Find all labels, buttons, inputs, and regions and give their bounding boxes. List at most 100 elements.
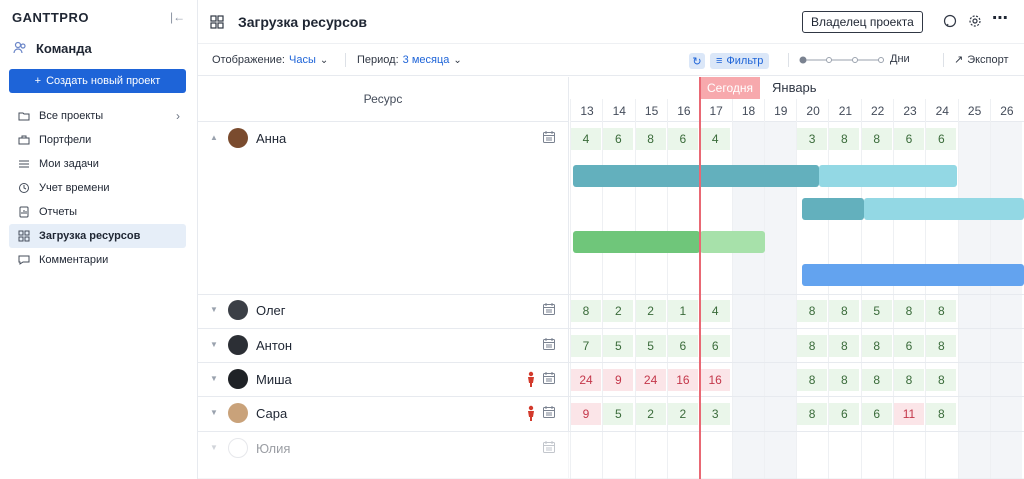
workload-cell[interactable]: 6 [861,403,892,425]
workload-cell[interactable]: 6 [700,335,731,357]
more-icon[interactable]: ⋯ [992,10,1008,27]
workload-cell[interactable]: 3 [700,403,731,425]
workload-cell[interactable]: 2 [667,403,698,425]
refresh-icon: ↻ [692,55,702,68]
day-number: 23 [903,104,917,118]
workload-cell[interactable]: 6 [667,128,698,150]
refresh-button[interactable]: ↻ [689,53,705,69]
workload-cell[interactable]: 8 [829,335,860,357]
sidebar-item-time-tracking[interactable]: Учет времени [9,176,186,200]
workload-cell[interactable]: 8 [926,403,957,425]
sidebar-nav: Все проекты › Портфели Мои задачи Учет в… [9,104,186,272]
resource-row[interactable]: ▼ Антон 7 5 5 6 6 8 8 8 6 8 [198,329,1024,363]
workload-cell[interactable]: 24 [571,369,601,391]
workload-cell[interactable]: 8 [829,369,860,391]
workload-cell[interactable]: 6 [926,128,957,150]
workload-cell[interactable]: 2 [603,300,634,322]
workload-cell[interactable]: 8 [861,335,892,357]
task-bar[interactable] [573,231,700,253]
sidebar-item-reports[interactable]: Отчеты [9,200,186,224]
workload-cell[interactable]: 8 [926,369,957,391]
task-bar[interactable] [573,165,819,187]
workload-cell[interactable]: 6 [829,403,860,425]
workload-cell[interactable]: 3 [797,128,828,150]
workload-cell[interactable]: 6 [894,335,924,357]
workload-cell[interactable]: 8 [926,300,957,322]
create-project-button[interactable]: + Создать новый проект [9,69,186,93]
day-number: 18 [741,104,756,118]
workload-cell[interactable]: 2 [635,403,666,425]
workload-cell[interactable]: 16 [667,369,698,391]
workload-cell[interactable]: 8 [926,335,957,357]
workload-cell[interactable]: 4 [571,128,601,150]
filter-button[interactable]: ≡ Фильтр [710,53,770,69]
task-bar[interactable] [802,264,1024,286]
workload-cell[interactable]: 8 [829,300,860,322]
calendar-icon[interactable] [542,302,556,316]
workload-cell[interactable]: 5 [861,300,892,322]
workload-cell[interactable]: 6 [667,335,698,357]
workload-cell[interactable]: 1 [667,300,698,322]
workload-cell[interactable]: 8 [797,300,828,322]
export-button[interactable]: ↗ Экспорт [954,53,1009,67]
calendar-icon[interactable] [542,130,556,144]
zoom-slider[interactable] [799,55,885,65]
workload-cell[interactable]: 7 [571,335,601,357]
sidebar-item-portfolios[interactable]: Портфели [9,128,186,152]
workload-cell[interactable]: 6 [603,128,634,150]
team-selector[interactable]: Команда [12,40,92,56]
expand-caret-icon[interactable]: ▼ [210,340,218,349]
resource-row[interactable]: ▼ Миша 24 9 24 16 16 8 8 8 8 8 [198,363,1024,397]
sidebar-item-comments[interactable]: Комментарии [9,248,186,272]
workload-cell[interactable]: 8 [861,128,892,150]
sidebar-item-all-projects[interactable]: Все проекты › [9,104,186,128]
workload-cell[interactable]: 9 [571,403,601,425]
task-bar[interactable] [819,165,957,187]
expand-caret-icon[interactable]: ▼ [210,305,218,314]
resource-row[interactable]: ▼ Олег 8 2 2 1 4 8 8 5 8 8 [198,294,1024,329]
task-bar[interactable] [864,198,1024,220]
expand-caret-icon[interactable]: ▼ [210,374,218,383]
workload-cell[interactable]: 8 [894,369,924,391]
workload-cell[interactable]: 6 [894,128,924,150]
settings-icon[interactable] [967,13,983,29]
workload-cell[interactable]: 8 [894,300,924,322]
workload-cell[interactable]: 8 [829,128,860,150]
calendar-icon[interactable] [542,337,556,351]
calendar-icon[interactable] [542,440,556,454]
workload-cell[interactable]: 5 [603,335,634,357]
workload-cell[interactable]: 5 [635,335,666,357]
workload-cell[interactable]: 2 [635,300,666,322]
task-bar[interactable] [700,231,765,253]
workload-cell[interactable]: 8 [571,300,601,322]
workload-cell[interactable]: 9 [603,369,634,391]
workload-cell[interactable]: 8 [797,403,828,425]
period-selector[interactable]: Период: 3 месяца ⌄ [357,44,462,76]
sidebar-item-my-tasks[interactable]: Мои задачи [9,152,186,176]
calendar-icon[interactable] [542,371,556,385]
workload-cell[interactable]: 5 [603,403,634,425]
project-owner-button[interactable]: Владелец проекта [802,11,923,33]
workload-cell[interactable]: 11 [894,403,924,425]
task-bar[interactable] [802,198,864,220]
workload-cell[interactable]: 8 [797,369,828,391]
expand-caret-icon[interactable]: ▼ [210,443,218,452]
display-selector[interactable]: Отображение: Часы ⌄ [212,44,328,76]
resource-row[interactable]: ▼ Сара 9 5 2 2 3 8 6 6 11 8 [198,397,1024,432]
resource-row[interactable]: ▼ Юлия [198,432,1024,479]
workload-cell[interactable]: 4 [700,128,731,150]
chat-icon[interactable] [942,13,958,29]
collapse-caret-icon[interactable]: ▲ [210,133,218,142]
workload-cell[interactable]: 8 [635,128,666,150]
resource-info: ▲ Анна [198,122,569,294]
workload-cell[interactable]: 4 [700,300,731,322]
workload-cell[interactable]: 24 [635,369,666,391]
sidebar-item-resource-load[interactable]: Загрузка ресурсов [9,224,186,248]
collapse-sidebar-icon[interactable]: |← [170,10,185,24]
workload-cell[interactable]: 8 [861,369,892,391]
calendar-icon[interactable] [542,405,556,419]
workload-cell[interactable]: 8 [797,335,828,357]
workload-cell[interactable]: 16 [700,369,731,391]
chevron-down-icon: ⌄ [453,54,462,66]
expand-caret-icon[interactable]: ▼ [210,408,218,417]
